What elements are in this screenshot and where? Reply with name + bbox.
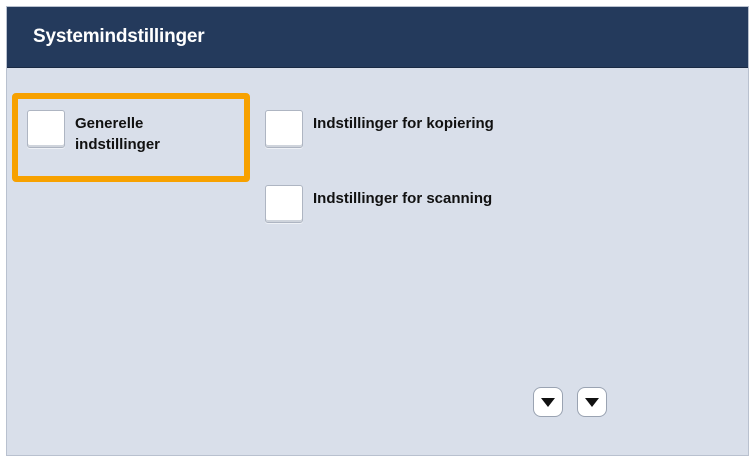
page-down-button[interactable] bbox=[577, 387, 607, 417]
system-settings-screen: Systemindstillinger Generelle indstillin… bbox=[6, 6, 749, 456]
arrow-down-icon bbox=[541, 397, 555, 407]
general-settings-label: Generelle indstillinger bbox=[75, 115, 161, 153]
title-bar: Systemindstillinger bbox=[7, 7, 748, 68]
option-general-settings[interactable]: Generelle indstillinger bbox=[27, 110, 225, 155]
page-title: Systemindstillinger bbox=[33, 26, 205, 47]
scan-settings-checkbox[interactable] bbox=[265, 185, 303, 223]
copy-settings-label: Indstillinger for kopiering bbox=[313, 115, 494, 132]
scan-settings-label: Indstillinger for scanning bbox=[313, 190, 493, 207]
copy-settings-checkbox[interactable] bbox=[265, 110, 303, 148]
option-copy-settings[interactable]: Indstillinger for kopiering bbox=[265, 110, 553, 148]
arrow-down-icon bbox=[585, 397, 599, 407]
scroll-down-button[interactable] bbox=[533, 387, 563, 417]
general-settings-checkbox[interactable] bbox=[27, 110, 65, 148]
option-scan-settings[interactable]: Indstillinger for scanning bbox=[265, 185, 553, 223]
